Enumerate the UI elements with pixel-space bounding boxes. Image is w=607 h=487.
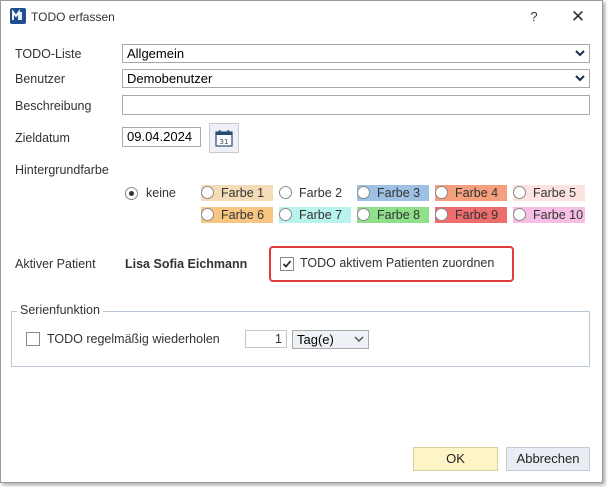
color-swatch-radio[interactable] (513, 208, 526, 221)
color-swatch-label: Farbe 4 (455, 186, 499, 200)
color-swatch[interactable]: Farbe 7 (279, 207, 351, 223)
color-swatch[interactable]: Farbe 9 (435, 207, 507, 223)
interval-unit-select[interactable]: Tag(e) (292, 330, 369, 349)
user-value: Demobenutzer (127, 71, 213, 86)
color-swatch-label: Farbe 3 (377, 186, 421, 200)
interval-input[interactable]: 1 (245, 330, 287, 348)
due-date-label: Zieldatum (15, 131, 70, 145)
todo-list-value: Allgemein (127, 46, 185, 61)
calendar-button[interactable]: 31 (209, 123, 239, 153)
color-swatch-radio[interactable] (279, 186, 292, 199)
user-label: Benutzer (15, 72, 66, 86)
cancel-button[interactable]: Abbrechen (506, 447, 590, 471)
calendar-day-text: 31 (220, 138, 229, 146)
active-patient-name: Lisa Sofia Eichmann (125, 257, 248, 271)
active-patient-label: Aktiver Patient (15, 257, 96, 271)
todo-list-select[interactable]: Allgemein (122, 44, 590, 63)
repeat-checkbox[interactable] (26, 332, 40, 346)
user-select[interactable]: Demobenutzer (122, 69, 590, 88)
color-swatch[interactable]: Farbe 1 (201, 185, 273, 201)
color-swatch[interactable]: Farbe 6 (201, 207, 273, 223)
color-swatch-radio[interactable] (435, 186, 448, 199)
due-date-input[interactable]: 09.04.2024 (122, 127, 201, 147)
todo-dialog: TODO erfassen ? ✕ TODO-Liste Allgemein B… (0, 0, 603, 483)
color-swatch-label: Farbe 6 (221, 208, 265, 222)
background-none-radio[interactable] (125, 187, 138, 200)
repeat-label: TODO regelmäßig wiederholen (47, 332, 220, 346)
color-swatch-radio[interactable] (201, 186, 214, 199)
background-label: Hintergrundfarbe (15, 163, 109, 177)
help-button[interactable]: ? (521, 6, 547, 28)
assign-patient-checkbox[interactable] (280, 257, 294, 271)
color-swatch[interactable]: Farbe 10 (513, 207, 585, 223)
color-swatch-radio[interactable] (279, 208, 292, 221)
chevron-down-icon (575, 75, 585, 82)
color-swatch-radio[interactable] (201, 208, 214, 221)
color-swatch-radio[interactable] (513, 186, 526, 199)
color-swatch-label: Farbe 2 (299, 186, 343, 200)
chevron-down-icon (354, 336, 364, 343)
ok-button[interactable]: OK (413, 447, 498, 471)
calendar-icon: 31 (215, 130, 233, 147)
color-swatch-radio[interactable] (357, 208, 370, 221)
interval-unit-value: Tag(e) (297, 332, 334, 347)
color-swatch[interactable]: Farbe 2 (279, 185, 351, 201)
color-swatch-label: Farbe 5 (533, 186, 577, 200)
color-swatch[interactable]: Farbe 8 (357, 207, 429, 223)
color-swatch-label: Farbe 7 (299, 208, 343, 222)
todo-list-label: TODO-Liste (15, 47, 82, 61)
color-swatch-label: Farbe 8 (377, 208, 421, 222)
background-none-label: keine (146, 186, 176, 200)
series-legend: Serienfunktion (17, 303, 103, 317)
color-swatch[interactable]: Farbe 5 (513, 185, 585, 201)
close-button[interactable]: ✕ (565, 6, 591, 28)
description-label: Beschreibung (15, 99, 92, 113)
description-input[interactable] (122, 95, 590, 115)
chevron-down-icon (575, 50, 585, 57)
color-swatch[interactable]: Farbe 4 (435, 185, 507, 201)
color-swatch-label: Farbe 9 (455, 208, 499, 222)
title-bar: TODO erfassen ? ✕ (1, 1, 602, 33)
app-logo-icon (10, 8, 26, 24)
color-swatch[interactable]: Farbe 3 (357, 185, 429, 201)
assign-patient-label: TODO aktivem Patienten zuordnen (300, 256, 495, 270)
window-title: TODO erfassen (31, 10, 115, 24)
color-swatch-label: Farbe 10 (533, 208, 584, 222)
color-swatch-radio[interactable] (435, 208, 448, 221)
color-swatch-label: Farbe 1 (221, 186, 265, 200)
checkmark-icon (282, 260, 292, 268)
color-swatch-radio[interactable] (357, 186, 370, 199)
